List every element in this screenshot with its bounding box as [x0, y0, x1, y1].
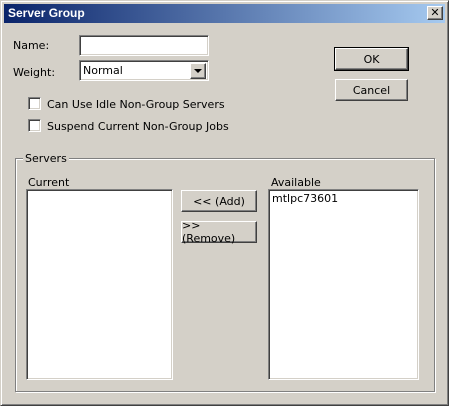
close-icon: ✕: [430, 6, 440, 19]
add-button[interactable]: << (Add): [181, 190, 257, 212]
weight-selected-value: Normal: [83, 64, 123, 77]
available-label: Available: [271, 176, 321, 189]
ok-button[interactable]: OK: [334, 47, 409, 71]
dialog-title: Server Group: [8, 6, 85, 20]
title-bar[interactable]: Server Group ✕: [4, 4, 445, 23]
current-label: Current: [28, 176, 70, 189]
list-item[interactable]: mtlpc73601: [272, 192, 415, 206]
weight-label: Weight:: [13, 66, 56, 79]
chevron-down-icon[interactable]: [190, 63, 206, 79]
suspend-jobs-checkbox[interactable]: [28, 119, 41, 132]
cancel-button[interactable]: Cancel: [335, 79, 408, 101]
close-button[interactable]: ✕: [427, 6, 443, 20]
current-servers-list[interactable]: [26, 189, 173, 380]
server-group-dialog: Server Group ✕ Name: Weight: Normal OK C…: [0, 0, 449, 406]
suspend-jobs-label: Suspend Current Non-Group Jobs: [47, 120, 229, 133]
remove-button[interactable]: >> (Remove): [181, 219, 257, 245]
idle-servers-label: Can Use Idle Non-Group Servers: [47, 98, 225, 111]
servers-group-label: Servers: [23, 152, 69, 165]
name-input[interactable]: [79, 35, 209, 56]
name-label: Name:: [13, 39, 50, 52]
available-servers-list[interactable]: mtlpc73601: [268, 189, 419, 380]
weight-select[interactable]: Normal: [79, 60, 209, 81]
idle-servers-checkbox[interactable]: [28, 97, 41, 110]
